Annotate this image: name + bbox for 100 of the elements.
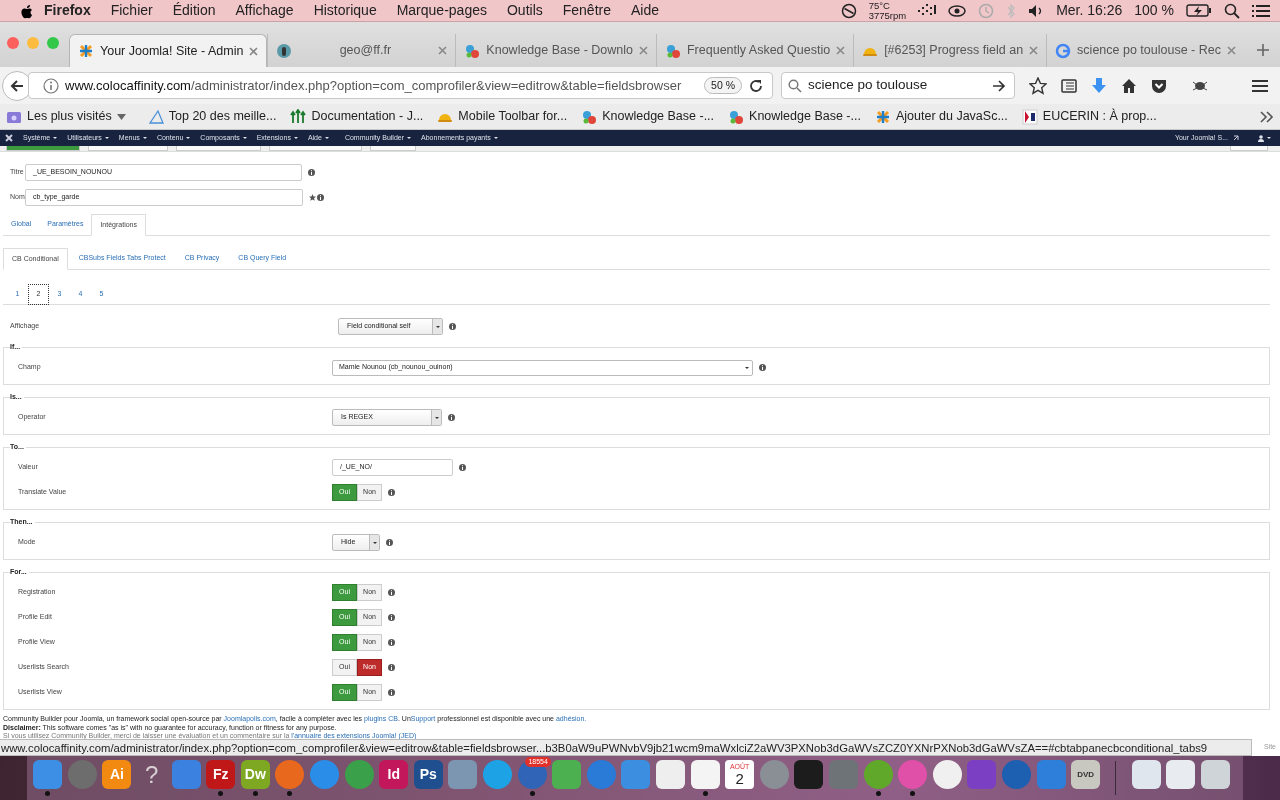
dock-app-icon[interactable] (656, 760, 685, 789)
toolbar-button[interactable] (176, 146, 261, 151)
bookmark[interactable]: Knowledge Base -... (728, 107, 861, 126)
menu-item[interactable]: Fichier (100, 0, 163, 21)
bookmark[interactable]: Documentation - J... (290, 107, 424, 126)
app-menu[interactable]: Firefox (34, 0, 101, 21)
info-icon (388, 614, 395, 621)
menu-item[interactable]: Outils (496, 0, 553, 21)
info-icon (386, 539, 393, 546)
browser-tab[interactable]: Your Joomla! Site - Admin (69, 34, 268, 67)
flag-icon (1021, 108, 1038, 125)
dots-grid-icon[interactable] (918, 3, 937, 18)
battery-percent[interactable]: 100 % (1134, 0, 1174, 21)
no-entry-icon[interactable] (840, 2, 857, 19)
reading-list-icon[interactable] (1061, 77, 1077, 94)
menu-item[interactable]: Affichage (225, 0, 304, 21)
toolbar-button[interactable] (370, 146, 416, 151)
bookmark[interactable]: Ajouter du JavaSc... (874, 107, 1008, 126)
dock-app-icon[interactable] (1166, 760, 1196, 789)
menu-item[interactable]: Marque-pages (386, 0, 497, 21)
dock-app-icon[interactable] (1131, 760, 1161, 789)
info-icon (449, 323, 457, 330)
address-bar[interactable]: www.colocaffinity.com/administrator/index.php?option=com_comprofiler&view=editrow&table=fieldsbrowser 50 % (28, 72, 773, 99)
bookmark[interactable]: Knowledge Base -... (581, 107, 715, 126)
dock-app-icon[interactable]: DVD (1071, 760, 1101, 789)
gears-icon (728, 108, 745, 125)
info-icon (388, 689, 395, 696)
bookmark[interactable]: Top 20 des meille... (147, 107, 277, 126)
avatar-icon (276, 42, 293, 59)
download-icon[interactable] (1091, 76, 1107, 95)
toolbar-button[interactable] (88, 146, 168, 151)
dock-app-icon[interactable]: Ps (413, 760, 443, 789)
info-icon (388, 489, 395, 496)
dock-app-icon[interactable] (690, 760, 720, 789)
menu-item[interactable]: Historique (303, 0, 387, 21)
url-text: www.colocaffinity.com/administrator/index.php?option=com_comprofiler&view=editrow&table=fieldsbrowser (65, 76, 683, 95)
eye-icon[interactable] (948, 3, 967, 18)
dock-app-icon[interactable]: ? (137, 760, 167, 789)
cross-logo-icon (78, 43, 94, 59)
star-icon (309, 194, 316, 201)
bookmark[interactable]: Mobile Toolbar for... (437, 107, 568, 126)
dock-app-icon[interactable]: Id (379, 760, 409, 789)
info-icon (388, 589, 395, 596)
fan-speed-reading: 3775rpm (868, 10, 907, 21)
home-icon[interactable] (1121, 77, 1137, 94)
gears-icon (665, 42, 681, 59)
info-icon (317, 194, 324, 201)
search-icon (788, 78, 802, 93)
dock-app-icon[interactable]: Fz (206, 760, 236, 789)
info-icon (308, 169, 315, 176)
battery-icon[interactable] (1186, 4, 1212, 17)
menu-item[interactable]: Aide (621, 0, 670, 21)
search-field[interactable]: science po toulouse (781, 72, 1015, 99)
info-icon (388, 639, 395, 646)
info-icon (459, 464, 466, 471)
cross-logo-icon (874, 108, 891, 125)
apple-icon[interactable] (20, 2, 34, 19)
close-icon[interactable] (438, 46, 448, 55)
triangle-icon (147, 108, 164, 125)
caret-icon (116, 113, 126, 120)
pocket-icon[interactable] (1151, 77, 1167, 94)
info-icon (388, 664, 395, 671)
close-icon[interactable] (836, 46, 846, 55)
cross-logo-icon[interactable] (4, 133, 14, 143)
search-icon[interactable] (1224, 2, 1240, 19)
reload-icon[interactable] (748, 77, 764, 94)
gears-icon (581, 108, 598, 125)
go-arrow-icon[interactable] (992, 78, 1006, 93)
info-icon (759, 364, 766, 371)
star-icon[interactable] (1029, 76, 1047, 95)
clock-text[interactable]: Mer. 16:26 (1056, 0, 1123, 21)
temperature-reading: 75°C (868, 0, 891, 11)
clock-icon[interactable] (978, 2, 995, 19)
zoom-window-button[interactable] (47, 37, 59, 49)
toolbar-button[interactable] (269, 146, 362, 151)
dock-app-icon[interactable] (1200, 760, 1230, 789)
menu-icon[interactable] (1251, 77, 1269, 94)
menu-item[interactable]: Fenêtre (552, 0, 621, 21)
zoom-button[interactable]: 50 % (704, 76, 742, 95)
back-arrow-icon (10, 78, 24, 93)
dock-app-icon[interactable] (794, 760, 824, 789)
plus-icon[interactable] (1255, 43, 1270, 57)
external-link-icon[interactable] (1233, 135, 1239, 141)
close-icon[interactable] (1226, 46, 1236, 55)
chevron-icon[interactable] (1260, 110, 1274, 123)
ring-logo-icon (1055, 42, 1072, 59)
menu-item[interactable]: Édition (162, 0, 226, 21)
close-icon[interactable] (249, 46, 259, 56)
info-icon (448, 414, 455, 421)
gears-icon (464, 42, 481, 59)
status-url: www.colocaffinity.com/administrator/index.php?option=com_comprofiler&view=editrow&table=fieldsbrowser...b3B0aW9uPWNvbV9jb21wcm9maWxlciZ2aWV3PXNob3dGaWVsZCZ0YXNrPXNob3dGaWVsZA==#cbtabpanecbconditional_tabs9 (0, 739, 1252, 756)
close-window-button[interactable] (7, 37, 19, 49)
info-icon[interactable] (43, 77, 59, 94)
bookmark[interactable]: EUCERIN : À prop... (1021, 107, 1157, 126)
close-icon[interactable] (639, 46, 648, 55)
list-icon[interactable] (1252, 3, 1270, 18)
trees-icon (290, 108, 307, 125)
bookmark[interactable]: Les plus visités (6, 107, 126, 126)
user-icon (1258, 134, 1264, 142)
close-icon[interactable] (1029, 46, 1039, 55)
